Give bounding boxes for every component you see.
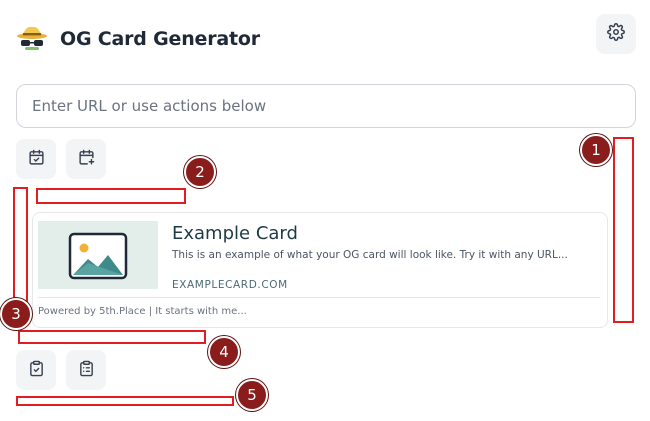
og-card-preview: Example Card This is an example of what … (32, 212, 608, 328)
calendar-plus-icon (78, 149, 95, 170)
annotation-box-4 (18, 330, 206, 344)
clipboard-check-icon (28, 360, 45, 381)
gear-icon (607, 23, 625, 45)
clipboard-list-button[interactable] (66, 350, 106, 390)
card-divider (38, 297, 600, 298)
clipboard-list-icon (78, 360, 95, 381)
annotation-box-5 (16, 396, 234, 406)
annotation-badge-1: 1 (580, 134, 612, 166)
card-powered-by: Powered by 5th.Place | It starts with me… (38, 306, 247, 317)
card-domain: EXAMPLECARD.COM (172, 279, 288, 291)
annotation-badge-4: 4 (208, 336, 240, 368)
calendar-check-icon (28, 149, 45, 170)
annotation-box-2 (36, 188, 186, 204)
clipboard-check-button[interactable] (16, 350, 56, 390)
annotation-box-1 (613, 137, 634, 323)
annotation-badge-5: 5 (236, 379, 268, 411)
annotation-badge-3: 3 (0, 298, 32, 330)
card-description: This is an example of what your OG card … (172, 249, 568, 261)
spy-hat-logo-icon (16, 24, 48, 52)
settings-button[interactable] (596, 14, 636, 54)
calendar-plus-button[interactable] (66, 139, 106, 179)
app-title: OG Card Generator (60, 28, 260, 50)
calendar-check-button[interactable] (16, 139, 56, 179)
url-input[interactable] (16, 84, 636, 128)
annotation-badge-2: 2 (184, 156, 216, 188)
card-image (38, 221, 158, 289)
card-title: Example Card (172, 223, 298, 244)
